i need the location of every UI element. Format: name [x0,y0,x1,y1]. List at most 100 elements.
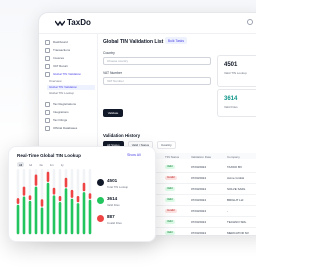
cell-date: 07/03/2024 [191,197,207,202]
bar-valid[interactable] [58,202,62,235]
chart-tab-1m[interactable]: 1m [48,162,56,167]
sidebar-subitem-overview[interactable]: Overview [49,79,62,84]
vat-return-icon [45,63,50,69]
sidebar-subitem-tin-lookup[interactable]: Global TIN Lookup [49,91,74,96]
bar-valid[interactable] [22,196,26,235]
cell-date: 07/03/2024 [191,219,207,224]
sidebar-item-transactions[interactable]: Transactions [45,47,70,53]
kpi-label: Valid Files [224,105,238,109]
sidebar-item-official-databases[interactable]: Official Databases [45,125,77,131]
bar-valid[interactable] [16,204,20,235]
cell-company: TECHNO SRL [227,219,247,224]
cell-date: 07/03/2024 [191,164,207,169]
chart-tab-1d[interactable]: 1d [27,162,34,167]
bar-invalid[interactable] [70,189,74,198]
country-label: Country [103,51,115,55]
kpi-card-lookups: 4501 Valid TIN Lookup [217,55,256,87]
sidebar-item-label: VAT Return [53,64,69,68]
chart-range-tabs: All 1d 1w 1m 1y [17,162,66,167]
logo-mark-icon [55,20,65,26]
kpi-value: 3614 [224,96,238,102]
bar-invalid[interactable] [58,195,62,202]
cell-date: 07/03/2024 [191,208,207,213]
stat-label: Valid Files [107,203,120,207]
stat-valid: 3614 Valid Files [97,195,149,210]
stat-invalid: 887 Invalid Files [97,213,149,228]
app-logo[interactable]: TaxDo [55,18,91,27]
bar-valid[interactable] [28,200,32,235]
tab-country[interactable]: Country [157,141,176,149]
sidebar-item-label: Tax Filings [53,118,68,122]
stat-value: 887 [107,214,115,219]
bar-valid[interactable] [76,203,80,235]
sidebar-item-label: Global TIN Validation [53,72,82,76]
bar-invalid[interactable] [28,195,32,201]
notification-icon[interactable] [247,19,253,25]
bar-invalid[interactable] [46,171,50,182]
chart-tab-1w[interactable]: 1w [37,162,45,167]
sidebar-item-integrations[interactable]: Integrations [45,109,69,115]
validate-button[interactable]: Validate [103,109,123,117]
transactions-icon [45,47,50,53]
bar-invalid[interactable] [34,174,38,186]
cell-date: 07/03/2024 [191,186,207,191]
lookup-bar-chart [16,169,92,235]
filings-icon [45,117,50,123]
cell-date: 07/03/2024 [191,230,207,235]
vat-number-input[interactable]: VAT Number [103,77,211,85]
history-title: Validation History [103,133,141,138]
sidebar-item-label: Transactions [53,48,71,52]
page-title: Global TIN Validation List [103,39,164,45]
bulk-tasks-button[interactable]: Bulk Tasks [165,37,187,44]
bar-invalid[interactable] [88,193,92,199]
show-all-link[interactable]: Show All [127,153,141,157]
sidebar-item-invoices[interactable]: Invoices [45,55,64,61]
sidebar-item-dashboard[interactable]: Dashboard [45,39,68,45]
sidebar-item-label: Tax Registrations [53,102,77,106]
tin-validation-icon [45,71,50,77]
bar-invalid[interactable] [16,198,20,204]
dashboard-icon [45,39,50,45]
chart-tab-all[interactable]: All [17,162,25,167]
bar-invalid[interactable] [64,177,68,188]
bar-valid[interactable] [46,182,50,235]
cell-date: 07/03/2024 [191,175,207,180]
column-header: Validation Date [191,154,212,159]
sidebar-item-label: Invoices [53,56,65,60]
stat-value: 4501 [107,178,118,183]
column-header: TIN Status [165,154,180,159]
bar-invalid[interactable] [40,199,44,207]
cell-status: Invalid [165,175,177,180]
bar-valid[interactable] [70,198,74,235]
bar-invalid[interactable] [76,195,80,203]
invalid-dot-icon [97,215,104,222]
sidebar-item-tax-filings[interactable]: Tax Filings [45,117,67,123]
cell-company: TAXDO BV [227,164,242,169]
bar-invalid[interactable] [82,182,86,192]
bar-invalid[interactable] [22,186,26,196]
cell-company: BRIGHT Ltd [227,197,244,202]
database-icon [45,125,50,131]
bar-invalid[interactable] [52,187,56,195]
sidebar-item-vat-return[interactable]: VAT Return [45,63,68,69]
bar-valid[interactable] [64,188,68,235]
cell-company: Acme GmbH [227,175,245,180]
marketing-stage: TaxDo Dashboard Transactions Invoices VA… [0,0,256,267]
integrations-icon [45,109,50,115]
country-select[interactable]: Choose country [103,57,211,65]
kpi-value: 4501 [224,62,238,68]
sidebar-item-tax-registrations[interactable]: Tax Registrations [45,101,76,107]
chart-tab-1y[interactable]: 1y [59,162,66,167]
bar-valid[interactable] [34,186,38,235]
sidebar-item-tin-validation[interactable]: Global TIN Validation [45,71,81,77]
sidebar-item-label: Official Databases [53,126,78,130]
bar-valid[interactable] [88,199,92,235]
cell-company: SOLVE SARL [227,186,246,191]
sidebar-item-label: Dashboard [53,40,68,44]
cell-status: Valid [165,230,175,235]
sidebar-subitem-tin-validation[interactable]: Global TIN Validation [47,85,95,90]
bar-valid[interactable] [52,195,56,235]
bar-valid[interactable] [82,192,86,235]
bar-valid[interactable] [40,207,44,235]
sidebar-item-label: Integrations [53,110,69,114]
